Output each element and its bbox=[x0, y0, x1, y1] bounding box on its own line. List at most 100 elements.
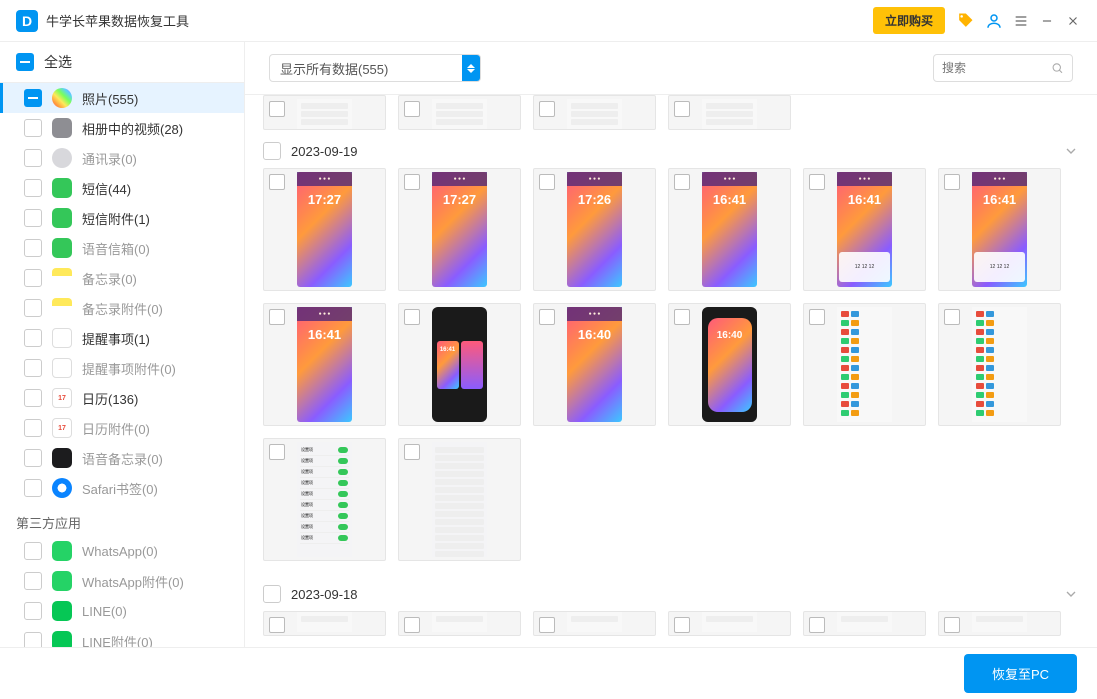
checkbox[interactable] bbox=[24, 542, 42, 560]
thumbnail[interactable] bbox=[533, 95, 656, 130]
checkbox[interactable] bbox=[24, 419, 42, 437]
filter-select[interactable]: 显示所有数据(555) bbox=[269, 54, 481, 82]
thumbnail-checkbox[interactable] bbox=[269, 101, 285, 117]
thumbnail-checkbox[interactable] bbox=[404, 174, 420, 190]
close-icon[interactable] bbox=[1065, 13, 1081, 29]
hamburger-icon[interactable] bbox=[1013, 13, 1029, 29]
sidebar-item-notes_att[interactable]: 备忘录附件(0) bbox=[0, 293, 244, 323]
thumbnail[interactable]: ● ● ●16:41 bbox=[263, 303, 386, 426]
thumbnail-checkbox[interactable] bbox=[404, 444, 420, 460]
checkbox[interactable] bbox=[24, 239, 42, 257]
thumbnail-checkbox[interactable] bbox=[404, 101, 420, 117]
sidebar-item-line[interactable]: LINE(0) bbox=[0, 596, 244, 626]
thumbnail-checkbox[interactable] bbox=[539, 174, 555, 190]
thumbnail[interactable]: ● ● ●17:27 bbox=[398, 168, 521, 291]
thumbnail[interactable] bbox=[668, 95, 791, 130]
thumbnail-checkbox[interactable] bbox=[809, 617, 825, 633]
thumbnail[interactable]: ● ● ●17:27 bbox=[263, 168, 386, 291]
search-input[interactable] bbox=[942, 61, 1051, 75]
checkbox[interactable] bbox=[24, 269, 42, 287]
checkbox[interactable] bbox=[24, 149, 42, 167]
thumbnail-checkbox[interactable] bbox=[674, 174, 690, 190]
sidebar-item-sms[interactable]: 短信(44) bbox=[0, 173, 244, 203]
buy-button[interactable]: 立即购买 bbox=[873, 7, 945, 34]
thumbnail[interactable]: ● ● ●16:40 bbox=[533, 303, 656, 426]
thumbnail-checkbox[interactable] bbox=[674, 309, 690, 325]
thumbnail-checkbox[interactable] bbox=[944, 309, 960, 325]
thumbnail[interactable] bbox=[803, 611, 926, 636]
checkbox[interactable] bbox=[24, 89, 42, 107]
tag-icon[interactable] bbox=[955, 11, 975, 31]
checkbox[interactable] bbox=[24, 389, 42, 407]
sidebar-item-contacts[interactable]: 通讯录(0) bbox=[0, 143, 244, 173]
checkbox[interactable] bbox=[24, 119, 42, 137]
checkbox[interactable] bbox=[24, 299, 42, 317]
checkbox[interactable] bbox=[24, 359, 42, 377]
select-all-row[interactable]: 全选 bbox=[0, 42, 244, 83]
sidebar-item-notes[interactable]: 备忘录(0) bbox=[0, 263, 244, 293]
thumbnail-checkbox[interactable] bbox=[539, 617, 555, 633]
thumbnail-checkbox[interactable] bbox=[269, 174, 285, 190]
checkbox[interactable] bbox=[24, 329, 42, 347]
search-box[interactable] bbox=[933, 54, 1073, 82]
recover-button[interactable]: 恢复至PC bbox=[964, 654, 1077, 693]
thumbnail-checkbox[interactable] bbox=[539, 101, 555, 117]
checkbox[interactable] bbox=[24, 479, 42, 497]
select-all-checkbox[interactable] bbox=[16, 53, 34, 71]
sidebar-item-whatsapp[interactable]: WhatsApp(0) bbox=[0, 536, 244, 566]
thumbnail[interactable] bbox=[668, 611, 791, 636]
minimize-icon[interactable] bbox=[1039, 13, 1055, 29]
thumbnail[interactable] bbox=[398, 438, 521, 561]
chevron-down-icon[interactable] bbox=[1063, 143, 1079, 159]
thumbnail-checkbox[interactable] bbox=[269, 617, 285, 633]
date-group-header[interactable]: 2023-09-19 bbox=[263, 130, 1079, 168]
sidebar-item-reminders_att[interactable]: 提醒事项附件(0) bbox=[0, 353, 244, 383]
thumbnail[interactable]: ● ● ●16:4112 12 12 bbox=[938, 168, 1061, 291]
user-icon[interactable] bbox=[985, 12, 1003, 30]
sidebar-item-voicememo[interactable]: 语音备忘录(0) bbox=[0, 443, 244, 473]
thumbnail[interactable] bbox=[803, 303, 926, 426]
thumbnail-checkbox[interactable] bbox=[404, 309, 420, 325]
thumbnail[interactable] bbox=[398, 611, 521, 636]
sidebar-item-reminders[interactable]: 提醒事项(1) bbox=[0, 323, 244, 353]
thumbnail-checkbox[interactable] bbox=[269, 444, 285, 460]
thumbnail-checkbox[interactable] bbox=[809, 174, 825, 190]
sidebar-item-whatsapp_att[interactable]: WhatsApp附件(0) bbox=[0, 566, 244, 596]
thumbnail[interactable]: ● ● ●16:41 bbox=[668, 168, 791, 291]
thumbnail[interactable] bbox=[263, 95, 386, 130]
thumbnail[interactable]: 设置项设置项设置项设置项设置项设置项设置项设置项设置项 bbox=[263, 438, 386, 561]
sidebar-item-voicemail[interactable]: 语音信箱(0) bbox=[0, 233, 244, 263]
checkbox[interactable] bbox=[24, 449, 42, 467]
thumbnail[interactable]: ● ● ●17:26 bbox=[533, 168, 656, 291]
checkbox[interactable] bbox=[24, 179, 42, 197]
checkbox[interactable] bbox=[24, 209, 42, 227]
checkbox[interactable] bbox=[24, 572, 42, 590]
chevron-down-icon[interactable] bbox=[1063, 586, 1079, 602]
sidebar-item-calendar[interactable]: 17 日历(136) bbox=[0, 383, 244, 413]
thumbnail[interactable] bbox=[398, 95, 521, 130]
thumbnail[interactable]: 16:41 bbox=[398, 303, 521, 426]
sidebar-item-safari[interactable]: Safari书签(0) bbox=[0, 473, 244, 503]
thumbnail[interactable]: ● ● ●16:4112 12 12 bbox=[803, 168, 926, 291]
sidebar-item-photos[interactable]: 照片(555) bbox=[0, 83, 244, 113]
gallery[interactable]: 2023-09-19 ● ● ●17:27● ● ●17:27● ● ●17:2… bbox=[245, 95, 1097, 647]
thumbnail-checkbox[interactable] bbox=[404, 617, 420, 633]
sidebar-item-calendar_att[interactable]: 17 日历附件(0) bbox=[0, 413, 244, 443]
thumbnail-checkbox[interactable] bbox=[674, 101, 690, 117]
checkbox[interactable] bbox=[24, 602, 42, 620]
sidebar-item-sms_att[interactable]: 短信附件(1) bbox=[0, 203, 244, 233]
thumbnail-checkbox[interactable] bbox=[539, 309, 555, 325]
thumbnail-checkbox[interactable] bbox=[944, 617, 960, 633]
thumbnail[interactable] bbox=[263, 611, 386, 636]
thumbnail[interactable]: 16:40 bbox=[668, 303, 791, 426]
thumbnail[interactable] bbox=[938, 611, 1061, 636]
thumbnail[interactable] bbox=[533, 611, 656, 636]
checkbox[interactable] bbox=[24, 632, 42, 647]
thumbnail-checkbox[interactable] bbox=[944, 174, 960, 190]
thumbnail-checkbox[interactable] bbox=[674, 617, 690, 633]
date-checkbox[interactable] bbox=[263, 142, 281, 160]
thumbnail[interactable] bbox=[938, 303, 1061, 426]
date-checkbox[interactable] bbox=[263, 585, 281, 603]
thumbnail-checkbox[interactable] bbox=[269, 309, 285, 325]
thumbnail-checkbox[interactable] bbox=[809, 309, 825, 325]
